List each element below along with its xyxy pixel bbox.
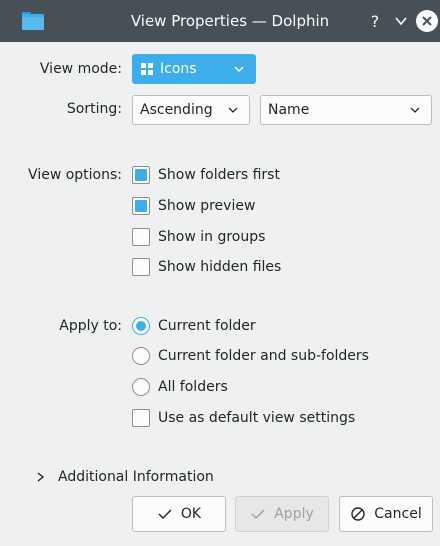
checkbox-label: Use as default view settings	[158, 410, 356, 426]
help-icon: ?	[370, 11, 380, 31]
radio-label: All folders	[158, 379, 228, 395]
view-mode-select[interactable]: Icons	[132, 54, 256, 84]
current-folder-and-subfolders-radio[interactable]: Current folder and sub-folders	[132, 346, 369, 366]
checkbox-label: Show folders first	[158, 167, 280, 183]
checkbox-box[interactable]	[132, 166, 150, 184]
help-button[interactable]: ?	[364, 10, 386, 32]
radio-label: Current folder and sub-folders	[158, 348, 369, 364]
chevron-down-icon	[410, 107, 420, 113]
chevron-down-icon	[395, 17, 407, 26]
cancel-icon	[350, 506, 366, 522]
use-as-default-checkbox[interactable]: Use as default view settings	[132, 408, 355, 428]
sort-order-value: Ascending	[140, 102, 213, 118]
sorting-label: Sorting:	[66, 101, 122, 117]
apply-to-label: Apply to:	[59, 318, 122, 334]
checkmark-icon	[157, 507, 173, 521]
ok-label: OK	[180, 506, 202, 522]
cancel-label: Cancel	[374, 506, 422, 522]
checkbox-box[interactable]	[132, 258, 150, 276]
view-options-label: View options:	[28, 167, 122, 183]
radio-label: Current folder	[158, 318, 256, 334]
apply-label: Apply	[274, 506, 314, 522]
icons-view-icon	[140, 62, 154, 76]
radio-button[interactable]	[132, 347, 150, 365]
checkbox-box[interactable]	[132, 228, 150, 246]
title-bar: View Properties — Dolphin ?	[0, 0, 440, 42]
show-preview-checkbox[interactable]: Show preview	[132, 196, 255, 216]
apply-button[interactable]: Apply	[235, 496, 329, 532]
cancel-button[interactable]: Cancel	[339, 496, 433, 532]
current-folder-radio[interactable]: Current folder	[132, 316, 256, 336]
checkbox-box[interactable]	[132, 409, 150, 427]
sort-field-select[interactable]: Name	[260, 95, 432, 125]
radio-button[interactable]	[132, 317, 150, 335]
chevron-down-icon	[234, 66, 244, 73]
radio-button[interactable]	[132, 378, 150, 396]
show-folders-first-checkbox[interactable]: Show folders first	[132, 165, 280, 185]
all-folders-radio[interactable]: All folders	[132, 377, 228, 397]
ok-button[interactable]: OK	[132, 496, 226, 532]
additional-information-expander[interactable]: Additional Information	[36, 467, 214, 487]
checkbox-label: Show in groups	[158, 229, 266, 245]
sort-field-value: Name	[268, 102, 310, 118]
minimize-button[interactable]	[390, 10, 412, 32]
chevron-right-icon	[37, 472, 45, 482]
chevron-down-icon	[228, 107, 238, 113]
sort-order-select[interactable]: Ascending	[132, 95, 250, 125]
checkbox-label: Show hidden files	[158, 259, 282, 275]
close-icon	[422, 16, 432, 26]
additional-information-label: Additional Information	[58, 469, 214, 485]
checkbox-box[interactable]	[132, 197, 150, 215]
checkmark-icon	[250, 507, 266, 521]
view-mode-value: Icons	[160, 61, 197, 77]
view-mode-label: View mode:	[39, 61, 122, 77]
checkbox-label: Show preview	[158, 198, 256, 214]
close-button[interactable]	[416, 10, 438, 32]
show-in-groups-checkbox[interactable]: Show in groups	[132, 227, 265, 247]
show-hidden-files-checkbox[interactable]: Show hidden files	[132, 257, 281, 277]
